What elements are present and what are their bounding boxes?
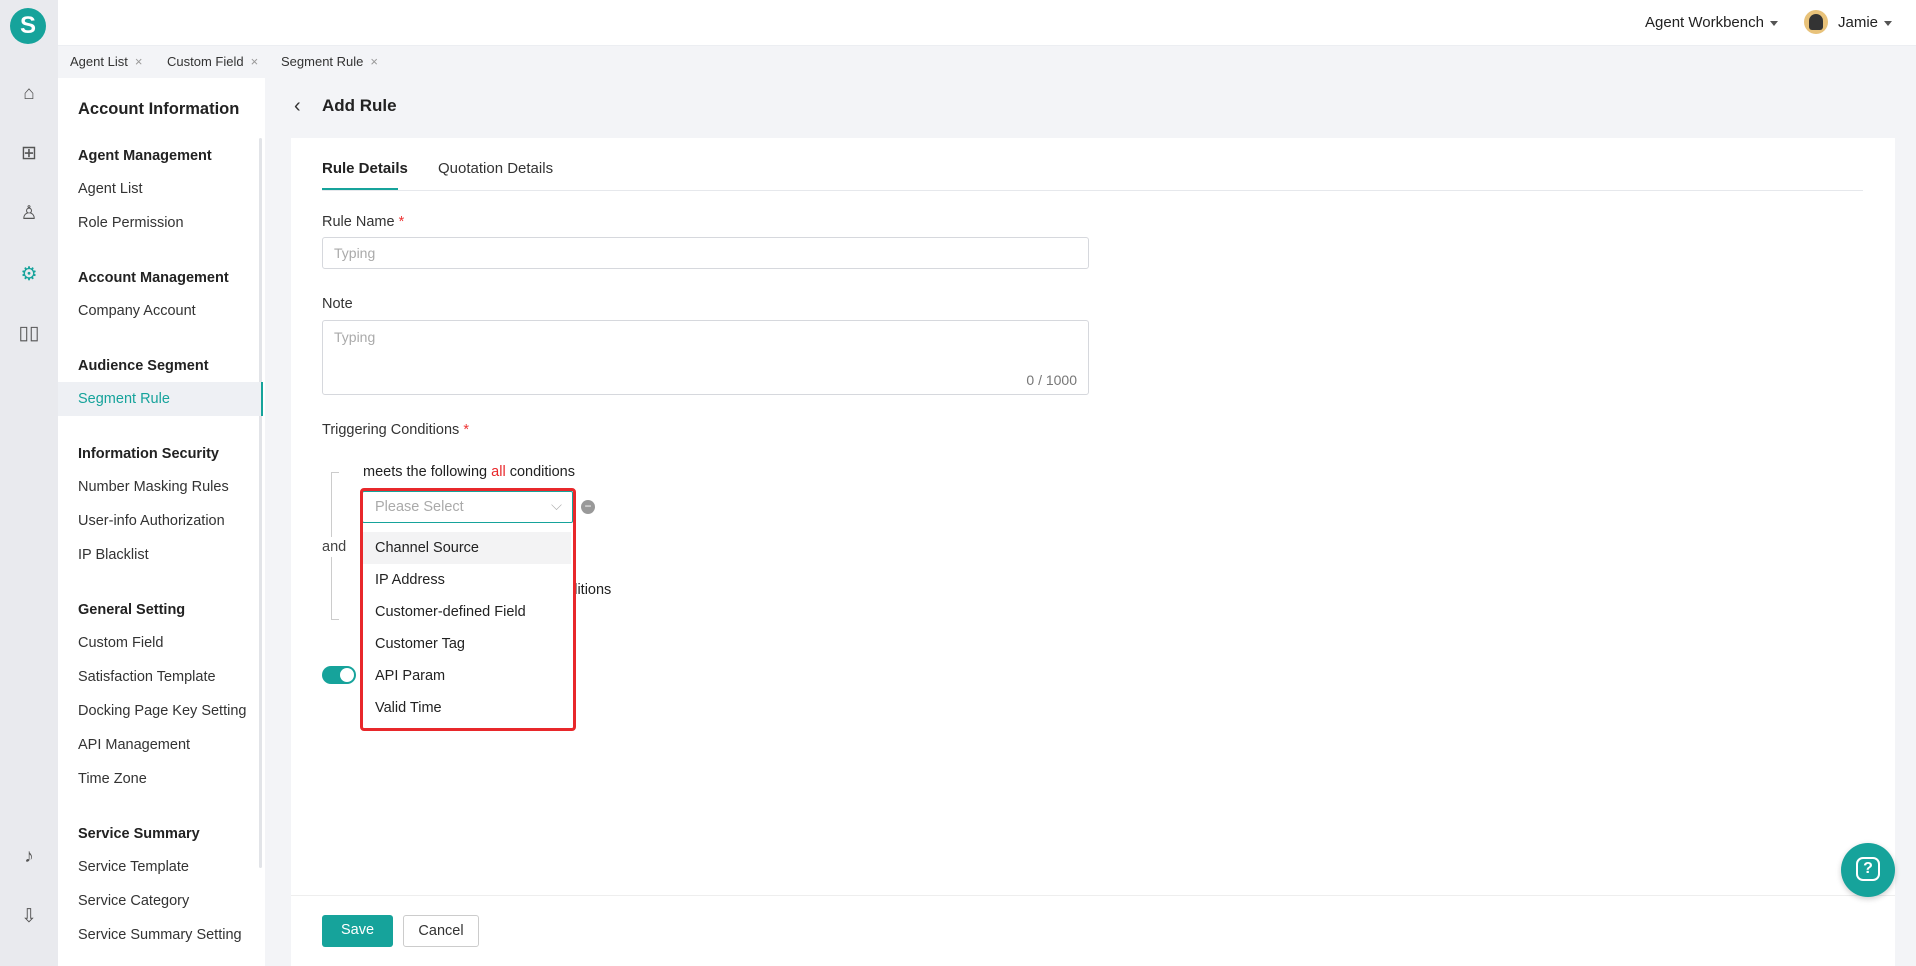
and-operator[interactable]: and [322, 537, 347, 557]
apps-icon[interactable]: ⊞ [17, 142, 41, 166]
rule-name-input[interactable]: Typing [322, 237, 1089, 269]
workbench-dropdown[interactable]: Agent Workbench [1645, 14, 1778, 31]
avatar[interactable] [1804, 10, 1828, 34]
settings-icon[interactable]: ⚙ [17, 263, 41, 287]
sidebar-item-segment-rule[interactable]: Segment Rule [58, 382, 263, 416]
tab-label: Segment Rule [281, 54, 364, 69]
user-icon[interactable]: ♙ [17, 202, 41, 226]
back-icon[interactable]: ‹ [294, 95, 301, 118]
sidebar-item-number-masking[interactable]: Number Masking Rules [58, 470, 263, 504]
caret-down-icon [1884, 20, 1893, 26]
toggle-knob [340, 668, 354, 682]
sidebar-title: Account Information [78, 100, 240, 118]
note-placeholder: Typing [334, 329, 376, 345]
rule-name-label: Rule Name * [322, 214, 405, 230]
close-icon[interactable]: × [370, 54, 378, 69]
sidebar-item-time-zone[interactable]: Time Zone [58, 762, 263, 796]
tab-label: Agent List [70, 54, 128, 69]
user-menu[interactable]: Jamie [1838, 14, 1893, 31]
group1-title: meets the following all conditions [363, 464, 575, 480]
cancel-button[interactable]: Cancel [403, 915, 479, 947]
help-button[interactable]: ? [1841, 843, 1895, 897]
group-heading: Account Management [78, 270, 229, 286]
sidebar-item-ip-blacklist[interactable]: IP Blacklist [58, 538, 263, 572]
group-heading: General Setting [78, 602, 186, 618]
tab-agent-list[interactable]: Agent List × [70, 54, 142, 69]
home-icon[interactable]: ⌂ [17, 82, 41, 106]
group-heading: Agent Management [78, 148, 212, 164]
top-bar: Agent Workbench Jamie [58, 0, 1916, 46]
sidebar-item-api-management[interactable]: API Management [58, 728, 263, 762]
help-icon: ? [1856, 857, 1880, 881]
note-char-count: 0 / 1000 [1026, 372, 1077, 388]
sidebar-item-docking-page-key[interactable]: Docking Page Key Setting [58, 694, 263, 728]
triggering-conditions-label: Triggering Conditions * [322, 422, 469, 438]
tab-rule-details[interactable]: Rule Details [322, 160, 408, 177]
settings-sidebar: Account Information Agent Management Age… [58, 78, 265, 966]
page-tabs: Agent List × Custom Field × Segment Rule × [58, 46, 1916, 78]
highlight-box [360, 488, 576, 731]
sidebar-item-custom-field[interactable]: Custom Field [58, 626, 263, 660]
tab-segment-rule[interactable]: Segment Rule × [281, 54, 378, 69]
sidebar-item-service-category[interactable]: Service Category [58, 884, 263, 918]
bell-icon[interactable]: ♪ [17, 845, 41, 869]
caret-down-icon [1769, 20, 1778, 26]
sidebar-item-service-template[interactable]: Service Template [58, 850, 263, 884]
save-button[interactable]: Save [322, 915, 393, 947]
close-icon[interactable]: × [251, 54, 259, 69]
close-icon[interactable]: × [135, 54, 143, 69]
app-logo: S [10, 8, 46, 44]
user-name: Jamie [1838, 14, 1879, 31]
form-footer [291, 895, 1895, 966]
sidebar-item-satisfaction-template[interactable]: Satisfaction Template [58, 660, 263, 694]
workbench-label: Agent Workbench [1645, 14, 1764, 31]
left-rail: S ⌂ ⊞ ♙ ⚙ ▯▯ ♪ ⇩ [0, 0, 58, 966]
enable-toggle[interactable] [322, 666, 356, 684]
book-icon[interactable]: ▯▯ [17, 322, 41, 346]
tabs-divider [322, 190, 1863, 191]
note-textarea[interactable]: Typing 0 / 1000 [322, 320, 1089, 395]
sidebar-item-service-summary-setting[interactable]: Service Summary Setting [58, 918, 263, 952]
remove-condition-icon[interactable]: − [581, 500, 595, 514]
sidebar-item-role-permission[interactable]: Role Permission [58, 206, 263, 240]
page-title: Add Rule [322, 96, 397, 115]
tab-custom-field[interactable]: Custom Field × [167, 54, 258, 69]
all-keyword[interactable]: all [491, 464, 506, 480]
tab-quotation-details[interactable]: Quotation Details [438, 160, 553, 177]
tab-label: Custom Field [167, 54, 244, 69]
sidebar-item-agent-list[interactable]: Agent List [58, 172, 263, 206]
group-heading: Audience Segment [78, 358, 209, 374]
download-icon[interactable]: ⇩ [17, 905, 41, 929]
sidebar-item-user-info-authorization[interactable]: User-info Authorization [58, 504, 263, 538]
note-label: Note [322, 296, 353, 312]
group-heading: Service Summary [78, 826, 200, 842]
sidebar-item-company-account[interactable]: Company Account [58, 294, 263, 328]
group-heading: Information Security [78, 446, 219, 462]
